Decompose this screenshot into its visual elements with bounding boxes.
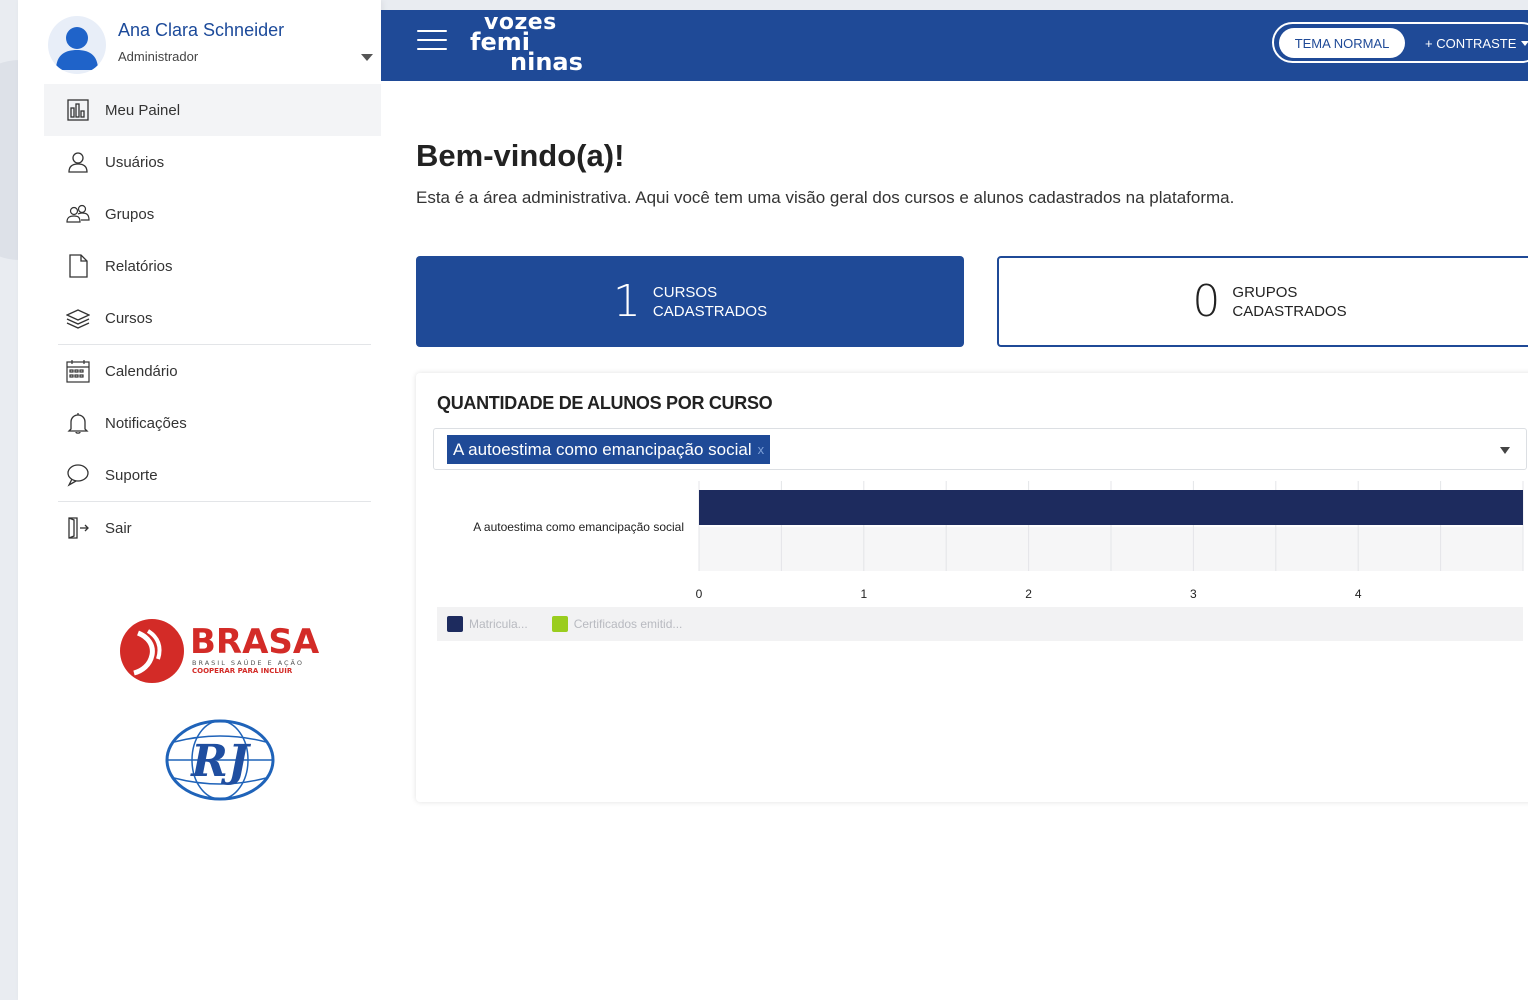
sidebar-item-notificacoes[interactable]: Notificações	[44, 397, 381, 449]
bell-icon	[66, 411, 90, 435]
x-tick-label: 0	[696, 587, 703, 601]
user-name: Ana Clara Schneider	[118, 20, 285, 40]
sidebar-item-label: Cursos	[105, 309, 153, 327]
legend-swatch	[551, 616, 568, 632]
sidebar-item-relatorios[interactable]: Relatórios	[44, 240, 381, 292]
sidebar: Ana Clara Schneider Administrador Meu Pa…	[18, 0, 381, 1000]
course-select[interactable]: A autoestima como emancipação social x	[433, 428, 1527, 470]
sidebar-item-label: Grupos	[105, 205, 155, 223]
groups-stat-card[interactable]: 0 GRUPOS CADASTRADOS	[997, 256, 1528, 347]
legend-label: Matricula...	[469, 617, 528, 631]
sidebar-item-label: Sair	[105, 519, 132, 537]
page-title: Bem-vindo(a)!	[416, 138, 625, 173]
svg-text:RJ: RJ	[189, 736, 252, 787]
brasa-logo: BRASA BRASIL SAÚDE E AÇÃO COOPERAR PARA …	[118, 615, 323, 687]
layers-icon	[66, 306, 90, 330]
theme-normal-button[interactable]: TEMA NORMAL	[1279, 28, 1405, 58]
user-menu[interactable]: Ana Clara Schneider Administrador	[48, 16, 373, 76]
sidebar-item-usuarios[interactable]: Usuários	[44, 136, 381, 188]
sidebar-item-label: Notificações	[105, 414, 187, 432]
legend-item[interactable]: Certificados emitid...	[551, 616, 683, 632]
svg-text:BRASIL SAÚDE E AÇÃO: BRASIL SAÚDE E AÇÃO	[192, 658, 304, 667]
user-role: Administrador	[118, 49, 199, 64]
chart-legend: Matricula... Certificados emitid...	[437, 607, 1523, 641]
groups-label: GRUPOS CADASTRADOS	[1232, 283, 1346, 321]
brand-logo: vozes femi ninas	[470, 10, 610, 76]
calendar-icon	[66, 359, 90, 383]
brand-line3: ninas	[510, 48, 583, 76]
group-icon	[66, 202, 90, 226]
chart-title: QUANTIDADE DE ALUNOS POR CURSO	[437, 393, 773, 413]
page-subtitle: Esta é a área administrativa. Aqui você …	[416, 188, 1235, 207]
sidebar-item-meu-painel[interactable]: Meu Painel	[44, 84, 381, 136]
groups-count: 0	[1192, 276, 1221, 327]
theme-toggle: TEMA NORMAL + CONTRASTE	[1272, 22, 1528, 63]
students-per-course-panel: QUANTIDADE DE ALUNOS POR CURSO A autoest…	[416, 373, 1528, 802]
x-tick-label: 3	[1190, 587, 1197, 601]
courses-label-line1: CURSOS	[652, 283, 718, 301]
chevron-down-icon[interactable]	[1500, 447, 1510, 454]
courses-label: CURSOS CADASTRADOS	[653, 283, 767, 321]
courses-count: 1	[612, 276, 641, 327]
legend-item[interactable]: Matricula...	[447, 616, 528, 632]
remove-tag-icon[interactable]: x	[758, 442, 765, 457]
x-tick-label: 4	[1355, 587, 1362, 601]
sidebar-item-label: Suporte	[105, 466, 158, 484]
user-icon	[66, 150, 90, 174]
contrast-label: + CONTRASTE	[1425, 35, 1517, 51]
x-tick-label: 1	[860, 587, 867, 601]
logout-icon	[66, 516, 90, 540]
selected-course-label: A autoestima como emancipação social	[453, 439, 752, 459]
chat-icon	[66, 463, 90, 487]
sidebar-item-grupos[interactable]: Grupos	[44, 188, 381, 240]
sidebar-item-label: Relatórios	[105, 257, 173, 275]
courses-stat-card[interactable]: 1 CURSOS CADASTRADOS	[416, 256, 964, 347]
sidebar-menu: Meu Painel Usuários Grupos Relatórios Cu…	[44, 84, 381, 554]
bar-0-0[interactable]	[699, 490, 1523, 525]
courses-label-line2: CADASTRADOS	[652, 302, 768, 320]
groups-label-line2: CADASTRADOS	[1232, 302, 1347, 320]
contrast-dropdown[interactable]: + CONTRASTE	[1425, 28, 1528, 58]
sidebar-item-cursos[interactable]: Cursos	[44, 292, 381, 344]
category-label: A autoestima como emancipação social	[473, 520, 684, 534]
sidebar-item-suporte[interactable]: Suporte	[44, 449, 381, 501]
x-tick-label: 2	[1025, 587, 1032, 601]
legend-swatch	[447, 616, 463, 632]
groups-label-line1: GRUPOS	[1232, 283, 1298, 301]
svg-text:COOPERAR PARA INCLUIR: COOPERAR PARA INCLUIR	[192, 667, 293, 675]
hamburger-menu-icon[interactable]	[417, 30, 447, 52]
sidebar-item-label: Calendário	[105, 362, 178, 380]
document-icon	[66, 254, 90, 278]
legend-label: Certificados emitid...	[573, 617, 683, 631]
rj-logo: RJ	[164, 718, 276, 802]
sidebar-item-sair[interactable]: Sair	[44, 502, 381, 554]
sidebar-item-calendario[interactable]: Calendário	[44, 345, 381, 397]
selected-course-tag[interactable]: A autoestima como emancipação social x	[447, 435, 771, 464]
sidebar-item-label: Meu Painel	[105, 101, 181, 119]
avatar-icon	[48, 16, 106, 74]
chevron-down-icon[interactable]	[361, 54, 373, 61]
sidebar-item-label: Usuários	[105, 153, 165, 171]
chevron-down-icon	[1521, 40, 1528, 46]
students-bar-chart: A autoestima como emancipação social 0 1 2 3…	[473, 481, 1524, 601]
svg-text:BRASA: BRASA	[190, 622, 320, 662]
chart-panel-icon	[66, 98, 90, 122]
